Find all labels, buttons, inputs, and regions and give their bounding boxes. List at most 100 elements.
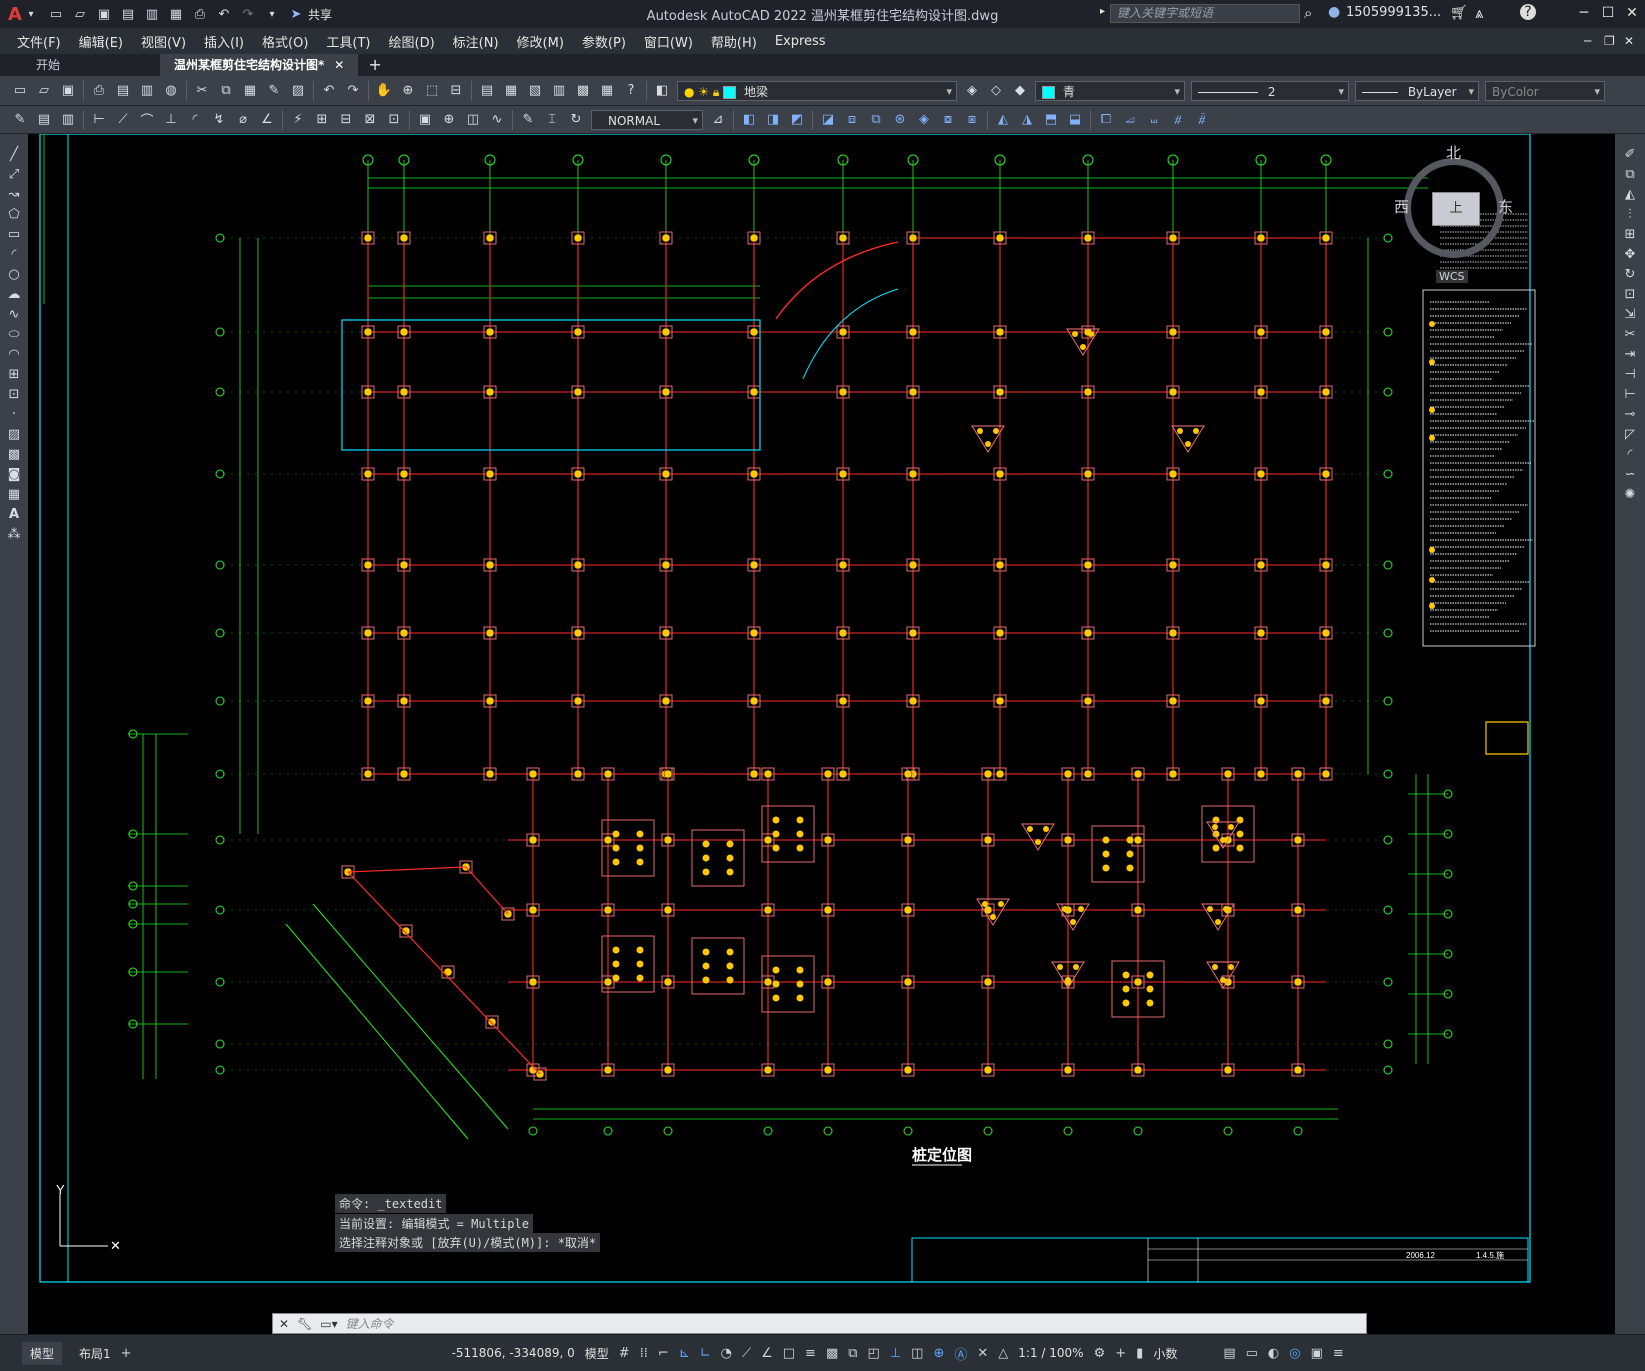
copy-object-icon[interactable]: ⧉ bbox=[1620, 164, 1640, 184]
linear-dim-icon[interactable]: ⊢ bbox=[89, 110, 109, 130]
menu-insert[interactable]: 插入(I) bbox=[195, 32, 253, 51]
arc-length-icon[interactable]: ⌒ bbox=[137, 110, 157, 130]
add-selected-icon[interactable]: ⁂ bbox=[4, 524, 24, 544]
layout-tab-model[interactable]: 模型 bbox=[22, 1341, 63, 1365]
user-name[interactable]: 1505999135... bbox=[1346, 5, 1441, 20]
share-label[interactable]: 共享 bbox=[308, 6, 332, 23]
revcloud-icon[interactable]: ☁ bbox=[4, 284, 24, 304]
layer-state-icon[interactable]: ◆ bbox=[1010, 81, 1030, 101]
region-icon[interactable]: ◙ bbox=[4, 464, 24, 484]
break-point-icon[interactable]: ⊣ bbox=[1620, 364, 1640, 384]
search-input[interactable]: 键入关键字或短语 bbox=[1110, 4, 1300, 23]
polygon-icon[interactable]: ⬠ bbox=[4, 204, 24, 224]
customize-qat-icon[interactable]: ▾ bbox=[262, 4, 282, 24]
modify-13-icon[interactable]: ⬒ bbox=[1041, 110, 1061, 130]
menu-modify[interactable]: 修改(M) bbox=[508, 32, 573, 51]
spline-icon[interactable]: ∿ bbox=[4, 304, 24, 324]
join-icon[interactable]: ⊸ bbox=[1620, 404, 1640, 424]
modify-5-icon[interactable]: ⧈ bbox=[842, 110, 862, 130]
undo-icon[interactable]: ↶ bbox=[214, 4, 234, 24]
zoom-window-icon[interactable]: ⬚ bbox=[422, 81, 442, 101]
lineweight-icon[interactable]: ≡ bbox=[800, 1346, 821, 1361]
snap-icon[interactable]: ⁞⁞ bbox=[635, 1346, 653, 1361]
cart-icon[interactable]: 🛒︎ bbox=[1450, 5, 1468, 21]
trim-icon[interactable]: ✂ bbox=[1620, 324, 1640, 344]
new-tab-icon[interactable]: + bbox=[368, 54, 381, 76]
dim-style-icon[interactable]: ⊿ bbox=[708, 110, 728, 130]
copy-icon[interactable]: ⧉ bbox=[216, 81, 236, 101]
xline-icon[interactable]: ⤢ bbox=[4, 164, 24, 184]
modify-14-icon[interactable]: ⬓ bbox=[1065, 110, 1085, 130]
save-icon[interactable]: ▣ bbox=[94, 4, 114, 24]
command-prompt-icon[interactable]: ▭▾ bbox=[320, 1317, 337, 1331]
preview-icon[interactable]: ▤ bbox=[113, 81, 133, 101]
point-icon[interactable]: · bbox=[4, 404, 24, 424]
qnew-icon[interactable]: ▭ bbox=[10, 81, 30, 101]
ordinate-dim-icon[interactable]: ⊥ bbox=[161, 110, 181, 130]
insert-block-icon[interactable]: ⊞ bbox=[4, 364, 24, 384]
globe-icon[interactable]: ◍ bbox=[161, 81, 181, 101]
fillet-icon[interactable]: ◜ bbox=[1620, 444, 1640, 464]
stretch-icon[interactable]: ⇲ bbox=[1620, 304, 1640, 324]
modify-18-icon[interactable]: ⧣ bbox=[1168, 110, 1188, 130]
table-icon[interactable]: ▦ bbox=[4, 484, 24, 504]
coordinates[interactable]: -511806, -334089, 0 bbox=[447, 1346, 580, 1360]
jog-line-icon[interactable]: ∿ bbox=[487, 110, 507, 130]
grid-icon[interactable]: # bbox=[614, 1346, 635, 1361]
sheet-set-icon[interactable]: ▥ bbox=[549, 81, 569, 101]
paste-icon[interactable]: ▦ bbox=[240, 81, 260, 101]
print-icon[interactable]: ⎙ bbox=[89, 81, 109, 101]
publish-icon[interactable]: ▥ bbox=[137, 81, 157, 101]
modify-12-icon[interactable]: ◮ bbox=[1017, 110, 1037, 130]
radius-dim-icon[interactable]: ◜ bbox=[185, 110, 205, 130]
arc-icon[interactable]: ◜ bbox=[4, 244, 24, 264]
layout-tab-1[interactable]: 布局1 bbox=[74, 1345, 116, 1362]
modify-11-icon[interactable]: ◭ bbox=[993, 110, 1013, 130]
open-file-icon[interactable]: ▱ bbox=[34, 81, 54, 101]
make-block-icon[interactable]: ⊡ bbox=[4, 384, 24, 404]
autodesk-a360-icon[interactable]: ⩓ bbox=[1475, 4, 1483, 22]
linetype-combo[interactable]: 2 bbox=[1191, 80, 1349, 102]
match-prop-icon[interactable]: ✎ bbox=[264, 81, 284, 101]
annotation-visibility-icon[interactable]: Ⓐ bbox=[949, 1344, 972, 1363]
command-line[interactable]: ✕ 🔧︎ ▭▾ 键入命令 bbox=[272, 1313, 1367, 1334]
open-web-icon[interactable]: ▥ bbox=[142, 4, 162, 24]
calculator-icon[interactable]: ▦ bbox=[597, 81, 617, 101]
offset-icon[interactable]: ⫶ bbox=[1620, 204, 1640, 224]
quick-dim-icon[interactable]: ⚡ bbox=[288, 110, 308, 130]
tab-drawing[interactable]: 温州某框剪住宅结构设计图* ✕ bbox=[160, 54, 359, 76]
modify-7-icon[interactable]: ⊛ bbox=[890, 110, 910, 130]
undo-tb-icon[interactable]: ↶ bbox=[319, 81, 339, 101]
modify-9-icon[interactable]: ⧇ bbox=[938, 110, 958, 130]
plot-icon[interactable]: ⎙ bbox=[190, 4, 210, 24]
modify-3-icon[interactable]: ◩ bbox=[787, 110, 807, 130]
design-center-icon[interactable]: ▦ bbox=[501, 81, 521, 101]
dim-space-icon[interactable]: ⊠ bbox=[360, 110, 380, 130]
command-close-icon[interactable]: ✕ bbox=[279, 1317, 289, 1331]
modify-16-icon[interactable]: ⧡ bbox=[1120, 110, 1140, 130]
app-logo[interactable]: A bbox=[8, 4, 24, 25]
ellipse-arc-icon[interactable]: ◠ bbox=[4, 344, 24, 364]
move-icon[interactable]: ✥ bbox=[1620, 244, 1640, 264]
blend-icon[interactable]: ∽ bbox=[1620, 464, 1640, 484]
saveas-icon[interactable]: ▤ bbox=[118, 4, 138, 24]
extend-icon[interactable]: ⇥ bbox=[1620, 344, 1640, 364]
gizmo-icon[interactable]: ⊕ bbox=[928, 1346, 949, 1361]
add-layout-icon[interactable]: + bbox=[116, 1346, 137, 1361]
gradient-icon[interactable]: ▩ bbox=[4, 444, 24, 464]
save-file-icon[interactable]: ▣ bbox=[58, 81, 78, 101]
dynamic-input-icon[interactable]: ⊾ bbox=[674, 1346, 695, 1361]
properties-icon[interactable]: ▤ bbox=[477, 81, 497, 101]
minimize-button[interactable]: ─ bbox=[1572, 2, 1596, 24]
jogged-dim-icon[interactable]: ↯ bbox=[209, 110, 229, 130]
model-space-toggle[interactable]: 模型 bbox=[580, 1345, 614, 1362]
modify-4-icon[interactable]: ◪ bbox=[818, 110, 838, 130]
clean-screen-icon[interactable]: ▣ bbox=[1306, 1346, 1328, 1361]
dim-break-icon[interactable]: ⊡ bbox=[384, 110, 404, 130]
layer-previous-icon[interactable]: ◇ bbox=[986, 81, 1006, 101]
modify-17-icon[interactable]: ⧢ bbox=[1144, 110, 1164, 130]
maximize-button[interactable]: ☐ bbox=[1596, 2, 1620, 24]
new-icon[interactable]: ▭ bbox=[46, 4, 66, 24]
line-icon[interactable]: ╱ bbox=[4, 144, 24, 164]
infer-icon[interactable]: ⌐ bbox=[653, 1346, 674, 1361]
